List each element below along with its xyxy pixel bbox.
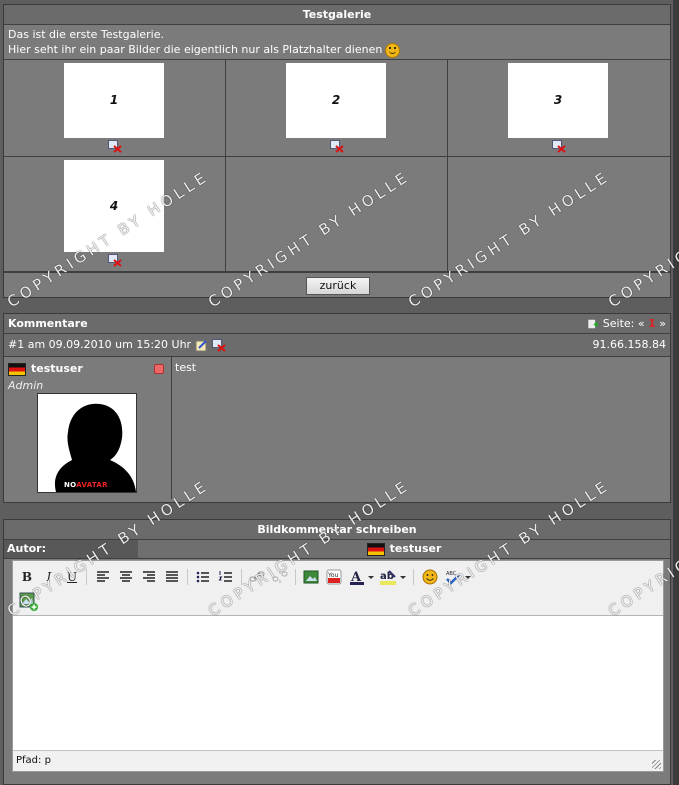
comments-panel: Kommentare Seite: « 1 » #1 am 09.09.2010…	[3, 313, 671, 503]
gallery-footer: zurück	[4, 272, 670, 299]
comments-header: Kommentare Seite: « 1 »	[4, 314, 670, 334]
youtube-icon[interactable]: You	[326, 569, 342, 585]
avatar-text-no: NO	[64, 481, 77, 489]
delete-image-icon[interactable]	[552, 140, 566, 153]
flag-icon	[8, 362, 26, 376]
new-comment-icon[interactable]	[587, 318, 599, 330]
comment-ip: 91.66.158.84	[592, 338, 666, 351]
highlight-color-icon[interactable]: ab	[379, 569, 407, 585]
comments-title: Kommentare	[8, 317, 88, 330]
pager-prev[interactable]: «	[638, 317, 645, 330]
bold-icon[interactable]: B	[19, 569, 35, 585]
comment-username[interactable]: testuser	[31, 362, 83, 375]
align-center-icon[interactable]	[118, 569, 134, 585]
page-scrollbar[interactable]	[673, 0, 679, 785]
comment-meta: #1 am 09.09.2010 um 15:20 Uhr 91.66.158.…	[4, 334, 670, 357]
pager-next[interactable]: »	[659, 317, 666, 330]
comment-text: test	[175, 361, 197, 374]
back-button[interactable]: zurück	[306, 277, 370, 295]
gallery-desc-line1: Das ist die erste Testgalerie.	[8, 28, 164, 41]
gallery-desc-line2: Hier seht ihr ein paar Bilder die eigent…	[8, 43, 383, 56]
editor-path-bar: Pfad: p	[13, 750, 663, 771]
numbered-list-icon[interactable]	[218, 569, 234, 585]
avatar-silhouette-icon	[38, 394, 136, 492]
avatar: NOAVATAR	[37, 393, 137, 493]
gallery-panel: Testgalerie Das ist die erste Testgaleri…	[3, 4, 671, 298]
comment-body: testuser Admin NOAVATAR test	[4, 357, 670, 499]
gallery-description: Das ist die erste Testgalerie. Hier seht…	[4, 25, 670, 60]
gallery-cell: 3	[448, 60, 670, 157]
gallery-cell: 1	[4, 60, 226, 157]
insert-image-icon[interactable]	[303, 569, 319, 585]
pager-label: Seite:	[602, 317, 635, 330]
gallery-title: Testgalerie	[4, 5, 670, 25]
flag-icon	[366, 542, 385, 556]
offline-status-icon	[154, 364, 164, 374]
align-right-icon[interactable]	[141, 569, 157, 585]
font-color-icon[interactable]: A	[349, 569, 375, 585]
thumbnail-image[interactable]: 1	[64, 63, 164, 138]
thumbnail-image[interactable]: 2	[286, 63, 386, 138]
comment-header: #1 am 09.09.2010 um 15:20 Uhr	[8, 338, 192, 351]
align-justify-icon[interactable]	[164, 569, 180, 585]
svg-text:You: You	[327, 572, 339, 579]
delete-image-icon[interactable]	[108, 254, 122, 267]
comment-user-box: testuser Admin NOAVATAR	[4, 357, 172, 499]
edit-comment-icon[interactable]	[195, 339, 209, 352]
delete-image-icon[interactable]	[330, 140, 344, 153]
editor-toolbar: B I U You A ab ABC	[13, 561, 663, 616]
avatar-text-avatar: AVATAR	[76, 481, 108, 489]
emoticon-icon[interactable]	[422, 569, 438, 585]
comments-pager: Seite: « 1 »	[587, 314, 666, 333]
smiley-icon	[385, 42, 401, 58]
rich-text-editor: B I U You A ab ABC Pfad: p	[12, 560, 664, 772]
author-value: testuser	[389, 542, 442, 555]
align-left-icon[interactable]	[95, 569, 111, 585]
thumbnail-image[interactable]: 3	[508, 63, 608, 138]
comment-textarea[interactable]	[13, 616, 663, 750]
user-role: Admin	[8, 379, 44, 392]
resize-handle-icon[interactable]	[652, 760, 661, 769]
pager-current: 1	[648, 317, 656, 330]
delete-image-icon[interactable]	[108, 140, 122, 153]
delete-comment-icon[interactable]	[212, 338, 226, 352]
gallery-cell: 2	[226, 60, 448, 157]
bullet-list-icon[interactable]	[195, 569, 211, 585]
